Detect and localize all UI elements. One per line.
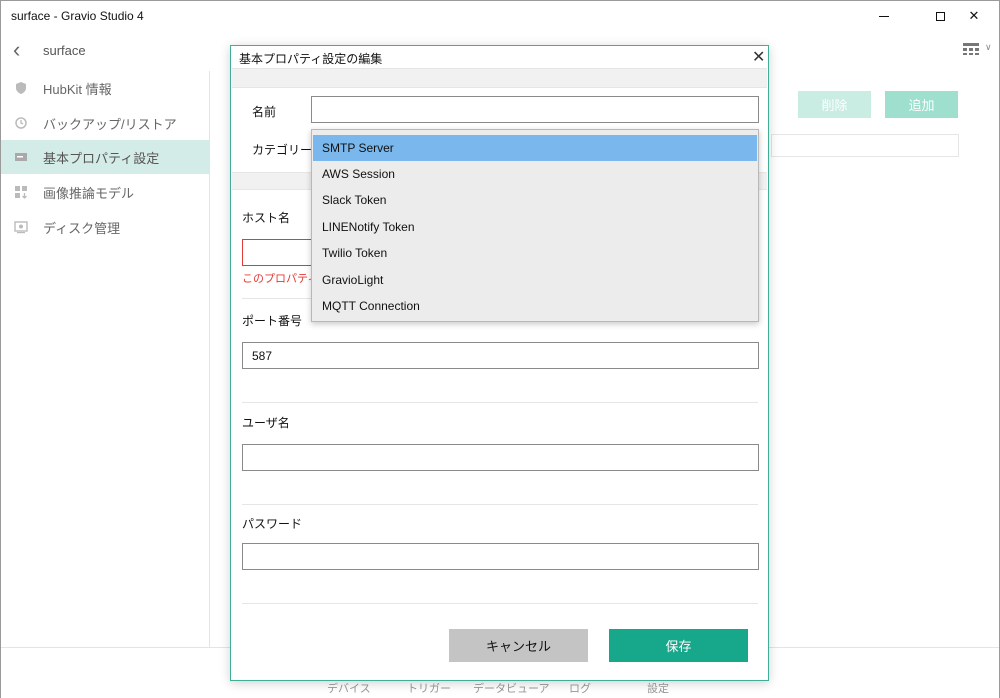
name-input[interactable] — [311, 96, 759, 123]
property-field[interactable] — [771, 134, 959, 157]
view-grid-icon[interactable] — [963, 43, 979, 55]
shield-icon — [16, 82, 26, 94]
save-button[interactable]: 保存 — [609, 629, 748, 662]
model-icon — [15, 186, 27, 199]
maximize-icon — [935, 11, 945, 21]
category-option-aws-session[interactable]: AWS Session — [313, 161, 757, 187]
window-title: surface - Gravio Studio 4 — [11, 9, 144, 23]
category-option-twilio-token[interactable]: Twilio Token — [313, 240, 757, 266]
port-input[interactable]: 587 — [242, 342, 759, 369]
sidebar: HubKit 情報 バックアップ/リストア 基本プロパティ設定 画像推論モデル … — [1, 71, 210, 647]
backup-icon — [15, 117, 27, 129]
password-input[interactable] — [242, 543, 759, 570]
port-label: ポート番号 — [242, 314, 303, 328]
name-label: 名前 — [252, 105, 277, 119]
sidebar-item-label: バックアップ/リストア — [43, 116, 177, 132]
nav-triggers[interactable]: トリガー — [407, 680, 451, 696]
delete-button[interactable]: 削除 — [798, 91, 871, 118]
category-dropdown[interactable]: SMTP Server AWS Session Slack Token LINE… — [311, 129, 759, 322]
title-bar: surface - Gravio Studio 4 ✕ — [1, 1, 999, 31]
divider — [242, 504, 758, 505]
add-button[interactable]: 追加 — [885, 91, 958, 118]
close-icon: ✕ — [968, 8, 980, 23]
sidebar-item-backup-restore[interactable]: バックアップ/リストア — [1, 106, 210, 140]
properties-icon — [15, 153, 27, 161]
divider — [242, 603, 758, 604]
user-input[interactable] — [242, 444, 759, 471]
category-option-graviolight[interactable]: GravioLight — [313, 267, 757, 293]
divider — [242, 402, 758, 403]
category-option-mqtt-connection[interactable]: MQTT Connection — [313, 293, 757, 319]
sidebar-item-label: 基本プロパティ設定 — [43, 150, 160, 166]
nav-log[interactable]: ログ — [569, 680, 591, 696]
chevron-down-icon[interactable]: ∨ — [985, 42, 992, 53]
server-name: surface — [43, 43, 86, 58]
dialog-close-icon[interactable]: ✕ — [752, 47, 765, 67]
back-arrow-icon[interactable]: ‹ — [13, 37, 20, 63]
category-option-linenotify-token[interactable]: LINENotify Token — [313, 214, 757, 240]
nav-settings[interactable]: 設定 — [647, 680, 669, 696]
minimize-button[interactable] — [861, 1, 907, 31]
sidebar-item-label: ディスク管理 — [43, 220, 121, 236]
sidebar-item-label: HubKit 情報 — [43, 81, 112, 97]
user-label: ユーザ名 — [242, 416, 290, 430]
host-label: ホスト名 — [242, 211, 291, 225]
category-label: カテゴリー — [252, 143, 313, 157]
sidebar-item-label: 画像推論モデル — [43, 185, 135, 201]
minimize-icon — [879, 15, 889, 17]
nav-data-viewer[interactable]: データビューア — [473, 680, 550, 696]
dialog-header-band — [232, 68, 767, 88]
category-option-slack-token[interactable]: Slack Token — [313, 187, 757, 213]
sidebar-item-basic-properties[interactable]: 基本プロパティ設定 — [1, 140, 210, 174]
disk-icon — [14, 221, 28, 234]
sidebar-item-disk-management[interactable]: ディスク管理 — [1, 210, 210, 244]
sidebar-item-image-inference[interactable]: 画像推論モデル — [1, 175, 210, 209]
close-window-button[interactable]: ✕ — [951, 1, 997, 31]
category-option-smtp-server[interactable]: SMTP Server — [313, 135, 757, 161]
dialog-title: 基本プロパティ設定の編集 — [239, 52, 383, 66]
password-label: パスワード — [242, 517, 303, 531]
sidebar-item-hubkit-info[interactable]: HubKit 情報 — [1, 71, 210, 105]
nav-devices[interactable]: デバイス — [327, 680, 371, 696]
cancel-button[interactable]: キャンセル — [449, 629, 588, 662]
